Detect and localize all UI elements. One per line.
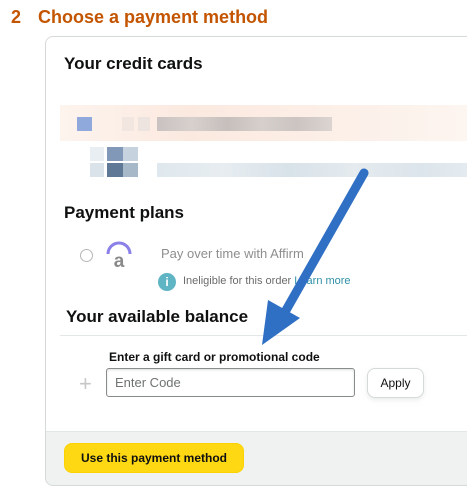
card-redacted-block — [123, 163, 138, 177]
available-balance-title: Your available balance — [66, 307, 249, 326]
card-redacted-block — [123, 147, 138, 161]
plus-icon[interactable]: + — [79, 373, 92, 395]
card-redacted-block — [90, 147, 104, 161]
credit-card-row[interactable] — [60, 105, 467, 141]
card-redacted-block — [157, 163, 467, 177]
apply-button[interactable]: Apply — [367, 368, 424, 398]
gift-code-input[interactable] — [106, 368, 355, 397]
payment-plans-title: Payment plans — [64, 203, 184, 222]
card-redacted-block — [157, 117, 332, 131]
credit-cards-title: Your credit cards — [64, 54, 203, 73]
card-redacted-block — [77, 117, 92, 131]
info-icon: i — [158, 273, 176, 291]
step-header: 2 Choose a payment method — [11, 7, 268, 28]
affirm-option-label: Pay over time with Affirm — [161, 246, 304, 261]
card-redacted-block — [90, 163, 104, 177]
card-redacted-block — [122, 117, 134, 131]
affirm-radio-icon[interactable] — [80, 249, 93, 262]
learn-more-link[interactable]: Learn more — [294, 275, 350, 287]
credit-card-row[interactable] — [60, 147, 467, 183]
panel-footer: Use this payment method — [46, 431, 467, 485]
gift-card-label: Enter a gift card or promotional code — [109, 350, 320, 364]
step-title: Choose a payment method — [38, 7, 269, 27]
ineligible-text: Ineligible for this order — [183, 275, 292, 287]
ineligible-message: Ineligible for this order Learn more — [183, 275, 351, 287]
use-payment-method-button[interactable]: Use this payment method — [64, 443, 244, 473]
payment-method-panel: Your credit cards Payment plans a Pay ov… — [45, 36, 467, 486]
card-redacted-block — [107, 147, 123, 161]
card-redacted-block — [107, 163, 123, 177]
card-redacted-block — [138, 117, 150, 131]
step-number: 2 — [11, 7, 22, 27]
affirm-logo-icon: a — [106, 241, 132, 270]
section-divider — [60, 335, 467, 336]
affirm-logo-glyph: a — [114, 251, 125, 270]
